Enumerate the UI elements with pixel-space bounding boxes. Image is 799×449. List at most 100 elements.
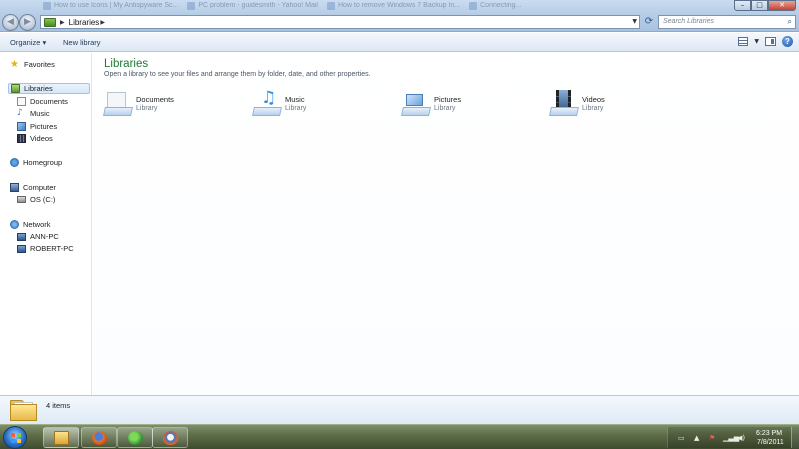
hard-drive-icon — [17, 196, 26, 203]
library-name: Music — [285, 95, 305, 104]
documents-library-icon — [103, 90, 133, 117]
homegroup-icon — [10, 158, 19, 167]
back-button[interactable]: ◀ — [2, 14, 19, 31]
folder-icon — [54, 431, 69, 445]
nav-label: Libraries — [24, 84, 53, 93]
background-window-title: How to use Icons | My Antispyware Sc... — [40, 0, 182, 12]
chevron-right-icon[interactable]: ▶ — [60, 19, 65, 26]
taskbar-windows-explorer[interactable] — [43, 427, 79, 448]
library-tile-pictures[interactable]: Pictures Library — [401, 90, 542, 122]
nav-label: Pictures — [30, 122, 58, 131]
library-kind: Library — [434, 105, 456, 112]
taskbar-paint[interactable] — [152, 427, 188, 448]
minimize-button[interactable]: – — [734, 0, 751, 11]
library-name: Pictures — [434, 95, 462, 104]
network-computer-icon — [17, 232, 26, 241]
taskbar-firefox[interactable] — [81, 427, 117, 448]
pictures-library-icon — [401, 90, 431, 117]
nav-label: Network — [23, 220, 51, 229]
maximize-button[interactable]: □ — [751, 0, 768, 11]
library-kind: Library — [136, 105, 158, 112]
library-tile-documents[interactable]: Documents Library — [103, 90, 244, 122]
keyboard-icon[interactable]: ▭ — [678, 434, 685, 442]
arrow-right-icon: ▶ — [24, 17, 31, 27]
command-bar: Organize ▾ New library ▼ ? — [0, 33, 799, 52]
nav-label: OS (C:) — [30, 195, 56, 204]
document-icon — [17, 97, 26, 106]
nav-pictures[interactable]: Pictures — [17, 121, 57, 132]
close-button[interactable]: ✕ — [768, 0, 796, 11]
computer-icon — [10, 183, 19, 192]
music-note-icon: ♪ — [17, 108, 23, 118]
nav-videos[interactable]: Videos — [17, 133, 53, 144]
videos-library-icon — [549, 90, 579, 117]
nav-homegroup[interactable]: Homegroup — [10, 157, 62, 168]
video-icon — [17, 134, 26, 143]
refresh-button[interactable]: ⟳ — [642, 15, 656, 29]
nav-computer[interactable]: Computer — [10, 182, 56, 193]
breadcrumb-libraries[interactable]: Libraries — [69, 18, 100, 27]
action-center-flag-icon[interactable]: ⚑ — [709, 434, 715, 442]
taskbar-messenger[interactable] — [117, 427, 153, 448]
help-icon[interactable]: ? — [782, 36, 793, 47]
nav-network[interactable]: Network — [10, 219, 51, 230]
background-window-title: How to remove Windows 7 Backup In... — [324, 0, 464, 12]
picture-icon — [17, 122, 26, 131]
star-icon: ★ — [10, 59, 19, 70]
system-tray: ▭ ▲ ⚑ ▁▃▅ ◀) 6:23 PM 7/8/2011 — [667, 427, 799, 448]
libraries-icon — [11, 84, 20, 93]
paint-icon — [163, 431, 178, 445]
change-view-icon[interactable] — [738, 37, 749, 46]
nav-label: Homegroup — [23, 158, 63, 167]
chevron-right-icon[interactable]: ▶ — [100, 19, 105, 26]
search-placeholder: Search Libraries — [663, 18, 714, 25]
organize-button[interactable]: Organize ▾ — [10, 38, 46, 47]
nav-robert-pc[interactable]: ROBERT-PC — [17, 243, 74, 254]
details-pane: 4 items — [0, 395, 799, 424]
volume-icon[interactable]: ◀) — [737, 434, 745, 442]
windows-logo-icon — [11, 433, 21, 443]
search-icon[interactable]: ⌕ — [788, 16, 792, 28]
page-subtitle: Open a library to see your files and arr… — [104, 71, 371, 78]
nav-documents[interactable]: Documents — [17, 96, 68, 107]
clock-date[interactable]: 7/8/2011 — [757, 439, 784, 446]
show-desktop-button[interactable] — [791, 427, 799, 448]
nav-label: Favorites — [24, 60, 55, 69]
new-library-button[interactable]: New library — [63, 38, 101, 47]
background-window-title: PC problem - guidesmith - Yahoo! Mail — [184, 0, 322, 12]
navigation-pane: ★ Favorites Libraries Documents ♪ Music … — [0, 53, 92, 395]
nav-favorites[interactable]: ★ Favorites — [10, 59, 55, 70]
start-button[interactable] — [3, 426, 27, 449]
nav-libraries[interactable]: Libraries — [8, 83, 90, 94]
address-bar[interactable]: ▶ Libraries ▶ ▼ — [40, 15, 640, 29]
network-computer-icon — [17, 244, 26, 253]
library-tile-music[interactable]: ♫ Music Library — [252, 90, 393, 122]
search-input[interactable]: Search Libraries ⌕ — [658, 15, 796, 29]
preview-pane-icon[interactable] — [765, 37, 776, 46]
messenger-icon — [128, 431, 143, 445]
chevron-down-icon[interactable]: ▼ — [754, 38, 759, 45]
nav-label: Computer — [23, 183, 56, 192]
nav-label: Documents — [30, 97, 68, 106]
nav-label: Videos — [30, 134, 53, 143]
nav-music[interactable]: ♪ Music — [17, 108, 50, 119]
network-icon — [10, 220, 19, 229]
show-hidden-icons-icon[interactable]: ▲ — [694, 434, 699, 442]
taskbar: ▭ ▲ ⚑ ▁▃▅ ◀) 6:23 PM 7/8/2011 — [0, 424, 799, 449]
clock-time[interactable]: 6:23 PM — [756, 430, 782, 437]
background-windows: How to use Icons | My Antispyware Sc... … — [40, 0, 730, 12]
nav-label: ROBERT-PC — [30, 244, 74, 253]
libraries-icon — [44, 17, 56, 27]
nav-ann-pc[interactable]: ANN-PC — [17, 231, 59, 242]
libraries-folder-icon — [10, 400, 37, 422]
forward-button[interactable]: ▶ — [19, 14, 36, 31]
item-count: 4 items — [46, 401, 71, 410]
library-tile-videos[interactable]: Videos Library — [549, 90, 690, 122]
chevron-down-icon[interactable]: ▼ — [632, 18, 637, 25]
library-name: Documents — [136, 95, 174, 104]
window-titlebar: How to use Icons | My Antispyware Sc... … — [0, 0, 799, 32]
content-pane: Libraries Open a library to see your fil… — [93, 53, 799, 395]
nav-os-drive[interactable]: OS (C:) — [17, 194, 55, 205]
firefox-icon — [92, 431, 107, 445]
view-controls: ▼ ? — [738, 36, 793, 47]
